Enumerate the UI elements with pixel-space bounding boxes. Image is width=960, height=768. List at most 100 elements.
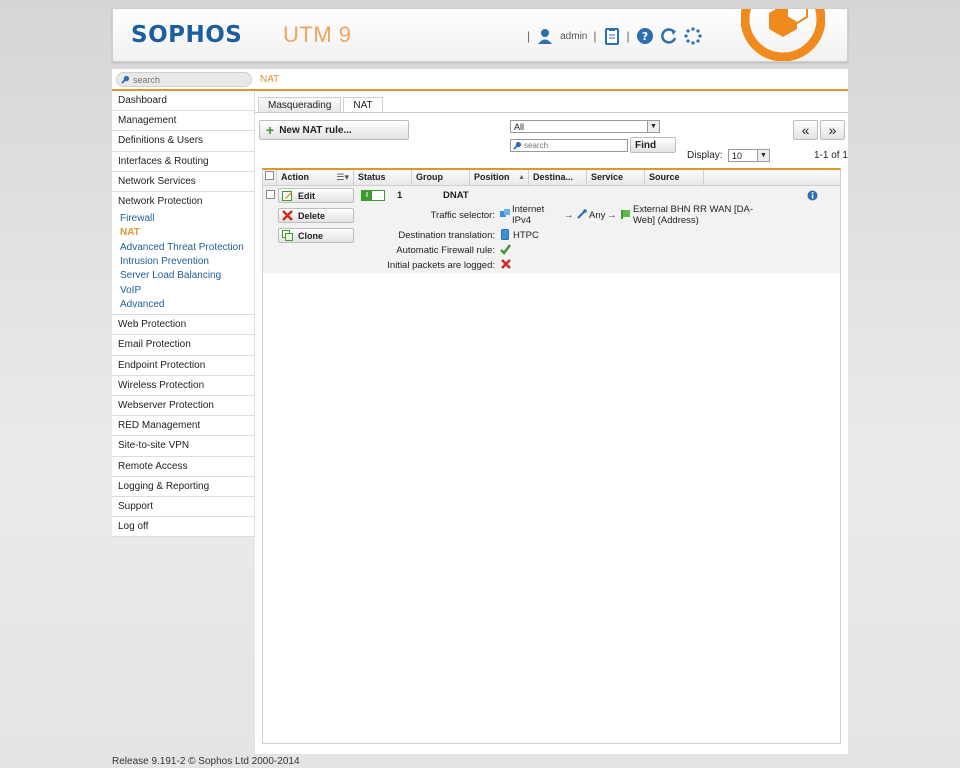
global-search[interactable] [116, 72, 252, 87]
sidebar-item-dashboard[interactable]: Dashboard [112, 91, 254, 112]
rule-position: 1 [397, 190, 403, 201]
filter-select[interactable]: All ▼ [510, 120, 660, 133]
sidebar-item-web-protection[interactable]: Web Protection [112, 315, 254, 336]
tab-nat[interactable]: NAT [343, 97, 383, 113]
sidebar-item-red-management[interactable]: RED Management [112, 416, 254, 437]
search-bar: NAT [112, 69, 848, 91]
help-icon[interactable]: ? [636, 27, 654, 45]
row-checkbox[interactable] [266, 190, 275, 199]
column-label: Position [474, 172, 510, 182]
arrow: → [607, 210, 617, 221]
column-label: Action [281, 172, 309, 182]
column-header-group[interactable]: Group [412, 170, 470, 186]
rule-name: DNAT [443, 190, 469, 201]
status-on-indicator: I [362, 191, 372, 200]
separator: | [626, 29, 630, 43]
tab-masquerading[interactable]: Masquerading [258, 97, 342, 113]
main-content: Masquerading NAT + New NAT rule... All ▼… [255, 91, 848, 754]
sidebar-item-wireless-protection[interactable]: Wireless Protection [112, 376, 254, 396]
sidebar-item-network-services[interactable]: Network Services [112, 172, 254, 192]
column-header-action[interactable]: Action ☰▾ [277, 170, 354, 186]
edit-button[interactable]: Edit [278, 188, 354, 203]
subnav-item-intrusion-prevention[interactable]: Intrusion Prevention [120, 255, 254, 269]
sidebar-item-endpoint-protection[interactable]: Endpoint Protection [112, 356, 254, 376]
traffic-destination: External BHN RR WAN [DA-Web] (Address) [633, 204, 753, 226]
sidebar-item-webserver-protection[interactable]: Webserver Protection [112, 396, 254, 417]
subnav-item-advanced[interactable]: Advanced [120, 298, 254, 312]
service-icon [577, 209, 587, 219]
subnav-item-advanced-threat-protection[interactable]: Advanced Threat Protection [120, 241, 254, 255]
chevron-down-icon: ▼ [647, 121, 659, 132]
svg-text:?: ? [641, 30, 647, 43]
header-toolbar: | admin | | ? [527, 25, 702, 47]
sidebar-item-interfaces-routing[interactable]: Interfaces & Routing [112, 152, 254, 172]
sidebar-item-management[interactable]: Management [112, 111, 254, 132]
sidebar-nav: Dashboard Management Definitions & Users… [112, 91, 255, 538]
packets-logged-label: Initial packets are logged: [387, 260, 495, 271]
sidebar-item-definitions-users[interactable]: Definitions & Users [112, 131, 254, 152]
arrow: → [564, 210, 574, 221]
refresh-icon[interactable] [660, 27, 678, 45]
info-icon[interactable] [807, 190, 818, 201]
product-name: UTM 9 [283, 22, 352, 47]
sidebar-item-logging-reporting[interactable]: Logging & Reporting [112, 477, 254, 497]
tab-bar: Masquerading NAT [258, 97, 383, 113]
next-page-button[interactable]: » [820, 120, 845, 140]
sidebar-item-site-to-site-vpn[interactable]: Site-to-site VPN [112, 436, 254, 457]
column-header-source[interactable]: Source [645, 170, 704, 186]
chevron-down-icon: ▼ [757, 150, 769, 161]
column-header-status[interactable]: Status [354, 170, 412, 186]
table-row: Edit Delete Clone I 1 DNAT Traffic selec… [263, 186, 840, 273]
dest-translation-label: Destination translation: [398, 230, 495, 241]
sort-asc-icon: ▲ [518, 174, 525, 181]
display-select[interactable]: 10 ▼ [728, 149, 770, 162]
search-input[interactable] [133, 74, 243, 85]
result-count: 1-1 of 1 [814, 150, 848, 161]
find-button[interactable]: Find [630, 137, 676, 153]
column-header-destination[interactable]: Destina... [529, 170, 587, 186]
sophos-logo: SOPHOS [131, 22, 243, 48]
sidebar-item-support[interactable]: Support [112, 497, 254, 518]
traffic-selector-label: Traffic selector: [430, 210, 495, 221]
delete-icon [282, 210, 293, 221]
sidebar-item-log-off[interactable]: Log off [112, 517, 254, 538]
clone-icon [282, 230, 293, 241]
subnav-item-firewall[interactable]: Firewall [120, 212, 254, 226]
table-search-input[interactable] [524, 141, 624, 150]
edit-label: Edit [298, 190, 315, 201]
clipboard-icon[interactable] [603, 27, 621, 45]
column-header-position[interactable]: Position ▲ [470, 170, 529, 186]
auto-firewall-label: Automatic Firewall rule: [396, 245, 495, 256]
column-header-service[interactable]: Service [587, 170, 645, 186]
sidebar-item-email-protection[interactable]: Email Protection [112, 335, 254, 356]
username[interactable]: admin [560, 31, 587, 42]
network-icon [500, 209, 510, 217]
new-nat-rule-button[interactable]: + New NAT rule... [259, 120, 409, 140]
select-all-cell [263, 170, 277, 186]
pager: « » [793, 120, 845, 140]
sidebar-item-network-protection[interactable]: Network Protection [112, 192, 254, 212]
sidebar-subnav: Firewall NAT Advanced Threat Protection … [112, 212, 254, 316]
table-search[interactable] [510, 139, 628, 152]
column-menu-icon[interactable]: ☰▾ [336, 170, 349, 185]
select-all-checkbox[interactable] [265, 171, 274, 180]
app-header: SOPHOS UTM 9 | admin | | ? [112, 8, 848, 62]
host-icon [501, 229, 509, 240]
sidebar-item-remote-access[interactable]: Remote Access [112, 457, 254, 477]
search-icon [121, 75, 130, 84]
traffic-service: Any [589, 210, 606, 221]
user-icon[interactable] [536, 27, 554, 45]
subnav-item-voip[interactable]: VoIP [120, 284, 254, 298]
sophos-emblem-icon [741, 9, 825, 61]
edit-icon [282, 191, 292, 201]
new-nat-rule-label: New NAT rule... [279, 124, 352, 136]
prev-page-button[interactable]: « [793, 120, 818, 140]
dest-translation-value: HTPC [513, 230, 539, 241]
status-toggle[interactable]: I [361, 190, 385, 201]
subnav-item-server-load-balancing[interactable]: Server Load Balancing [120, 269, 254, 283]
table-header: Action ☰▾ Status Group Position ▲ Destin… [263, 170, 840, 186]
traffic-source: Internet IPv4 [512, 204, 545, 226]
cross-icon [501, 259, 511, 269]
plus-icon: + [266, 122, 275, 138]
subnav-item-nat[interactable]: NAT [120, 226, 254, 240]
